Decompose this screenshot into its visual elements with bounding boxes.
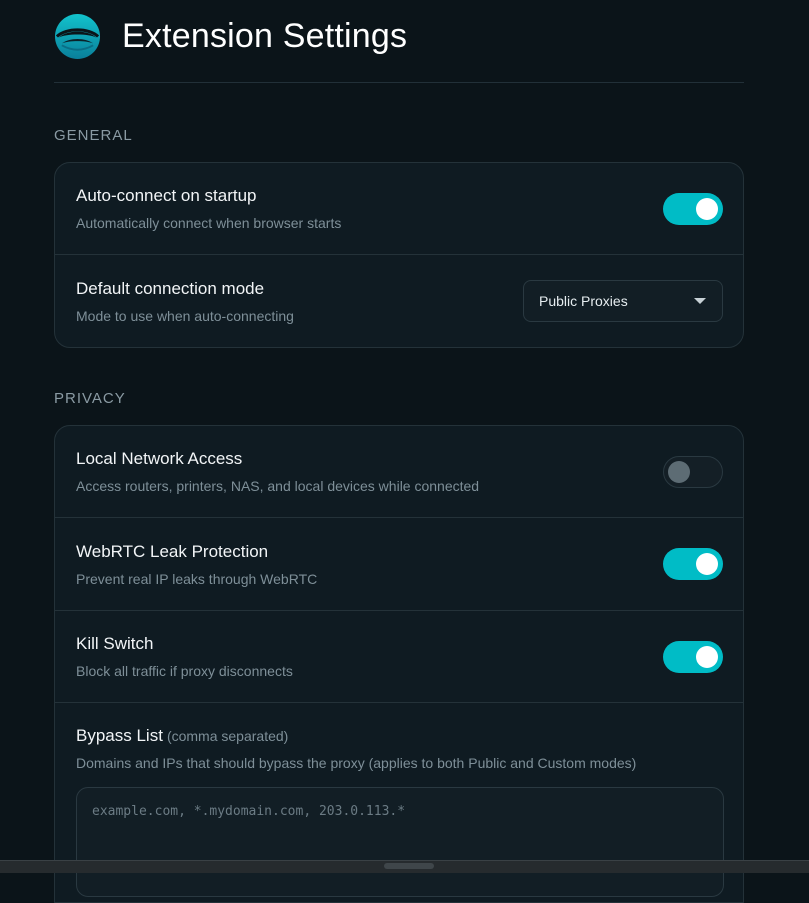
page-header: Extension Settings [54,0,744,83]
auto-connect-toggle[interactable] [663,192,723,225]
bypass-list-description: Domains and IPs that should bypass the p… [76,755,637,771]
webrtc-protection-toggle[interactable] [663,548,723,580]
local-network-toggle[interactable] [663,455,723,488]
kill-switch-toggle[interactable] [663,640,723,673]
toggle-knob [696,553,718,575]
toggle-knob [668,460,690,483]
setting-description: Automatically connect when browser start… [76,215,342,231]
setting-row-default-mode: Default connection mode Mode to use when… [55,254,743,347]
wave-globe-logo-icon [54,13,101,59]
setting-title: WebRTC Leak Protection [76,541,269,561]
general-settings-card: Auto-connect on startup Automatically co… [54,162,744,348]
section-label-general: GENERAL [54,127,133,144]
chevron-down-icon [694,298,706,304]
connection-mode-select[interactable]: Public Proxies [523,280,723,322]
setting-row-webrtc: WebRTC Leak Protection Prevent real IP l… [55,517,743,610]
bypass-list-textarea[interactable]: example.com, *.mydomain.com, 203.0.113.* [76,787,724,897]
setting-description: Mode to use when auto-connecting [76,307,294,324]
privacy-settings-card: Local Network Access Access routers, pri… [54,425,744,903]
setting-title: Local Network Access [76,449,243,468]
bypass-list-title: Bypass List [76,726,163,745]
setting-description: Access routers, printers, NAS, and local… [76,478,480,494]
window-bottom-bar [0,860,809,873]
setting-row-auto-connect: Auto-connect on startup Automatically co… [55,163,743,254]
setting-row-kill-switch: Kill Switch Block all traffic if proxy d… [55,610,743,702]
setting-title: Auto-connect on startup [76,186,257,205]
resize-handle[interactable] [384,863,434,869]
setting-row-local-network: Local Network Access Access routers, pri… [55,426,743,517]
setting-title: Kill Switch [76,634,154,653]
setting-title: Default connection mode [76,278,265,298]
section-label-privacy: PRIVACY [54,390,126,407]
page-title: Extension Settings [122,16,408,55]
setting-description: Block all traffic if proxy disconnects [76,663,293,679]
settings-page: Extension Settings GENERAL Auto-connect … [54,0,744,903]
setting-description: Prevent real IP leaks through WebRTC [76,570,318,587]
toggle-knob [696,197,718,220]
select-value: Public Proxies [539,293,628,309]
toggle-knob [696,645,718,668]
bypass-list-hint: (comma separated) [166,728,289,744]
